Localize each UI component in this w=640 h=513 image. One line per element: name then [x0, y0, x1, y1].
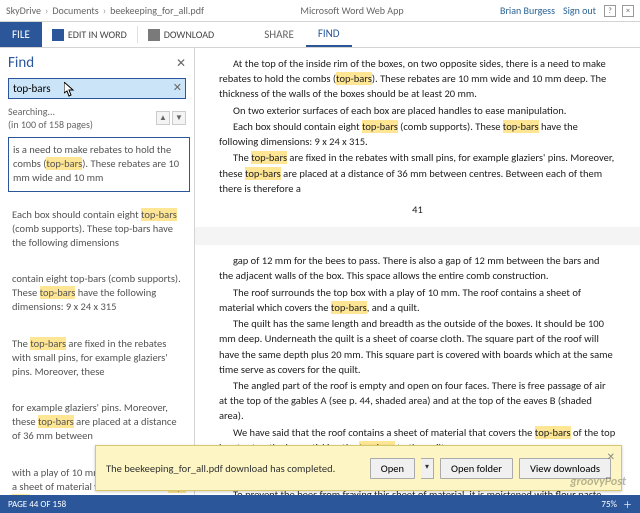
help-icon[interactable]: ? [604, 5, 616, 17]
breadcrumb[interactable]: SkyDrive›Documents›beekeeping_for_all.pd… [6, 4, 204, 17]
download-message: The beekeeping_for_all.pdf download has … [106, 462, 370, 475]
search-result[interactable]: contain eight top-bars (comb supports). … [8, 266, 190, 321]
highlight: top-bars [336, 72, 372, 85]
zoom-level[interactable]: 75% [601, 499, 617, 510]
page-number: 41 [219, 202, 616, 217]
close-notification-icon[interactable]: ✕ [607, 450, 615, 463]
search-result[interactable]: The top-bars are fixed in the rebates wi… [8, 331, 190, 386]
breadcrumb-root[interactable]: SkyDrive [6, 4, 41, 17]
search-result[interactable]: is a need to make rebates to hold the co… [8, 137, 190, 192]
ribbon: FILE EDIT IN WORD DOWNLOAD SHARE FIND [0, 22, 640, 48]
sign-out-link[interactable]: Sign out [563, 4, 596, 17]
find-pane: Find ✕ ✕ Searching...(in 100 of 158 page… [0, 48, 195, 495]
status-bar: PAGE 44 OF 158 75% ＋ [0, 495, 640, 513]
search-count: (in 100 of 158 pages) [8, 118, 93, 131]
search-status: Searching... [8, 105, 55, 118]
word-icon [52, 29, 64, 41]
breadcrumb-folder[interactable]: Documents [52, 4, 98, 17]
page-indicator[interactable]: PAGE 44 OF 158 [8, 499, 66, 510]
download-button[interactable]: DOWNLOAD [138, 22, 224, 47]
share-tab[interactable]: SHARE [252, 22, 306, 47]
prev-result-button[interactable]: ▲ [156, 111, 170, 125]
download-notification: The beekeeping_for_all.pdf download has … [95, 445, 622, 491]
edit-in-word-button[interactable]: EDIT IN WORD [42, 22, 137, 47]
download-icon [148, 29, 160, 41]
clear-search-icon[interactable]: ✕ [173, 81, 182, 94]
zoom-in-icon[interactable]: ＋ [623, 498, 632, 511]
open-dropdown[interactable]: ▾ [421, 458, 434, 479]
next-result-button[interactable]: ▼ [172, 111, 186, 125]
open-button[interactable]: Open [370, 458, 415, 479]
results-list: is a need to make rebates to hold the co… [0, 137, 194, 495]
app-title: Microsoft Word Web App [204, 4, 500, 17]
close-find-icon[interactable]: ✕ [176, 56, 186, 71]
search-result[interactable]: for example glaziers' pins. Moreover, th… [8, 395, 190, 450]
file-tab[interactable]: FILE [0, 22, 42, 47]
find-tab[interactable]: FIND [306, 22, 352, 47]
breadcrumb-file[interactable]: beekeeping_for_all.pdf [110, 4, 204, 17]
find-title: Find [8, 54, 34, 72]
title-bar: SkyDrive›Documents›beekeeping_for_all.pd… [0, 0, 640, 22]
view-downloads-button[interactable]: View downloads [519, 458, 611, 479]
search-result[interactable]: Each box should contain eight top-bars (… [8, 202, 190, 257]
page-41: At the top of the inside rim of the boxe… [195, 48, 640, 227]
close-icon[interactable]: × [622, 5, 634, 17]
document-view[interactable]: At the top of the inside rim of the boxe… [195, 48, 640, 495]
open-folder-button[interactable]: Open folder [440, 458, 513, 479]
user-name[interactable]: Brian Burgess [500, 4, 555, 17]
search-input[interactable] [8, 78, 186, 99]
